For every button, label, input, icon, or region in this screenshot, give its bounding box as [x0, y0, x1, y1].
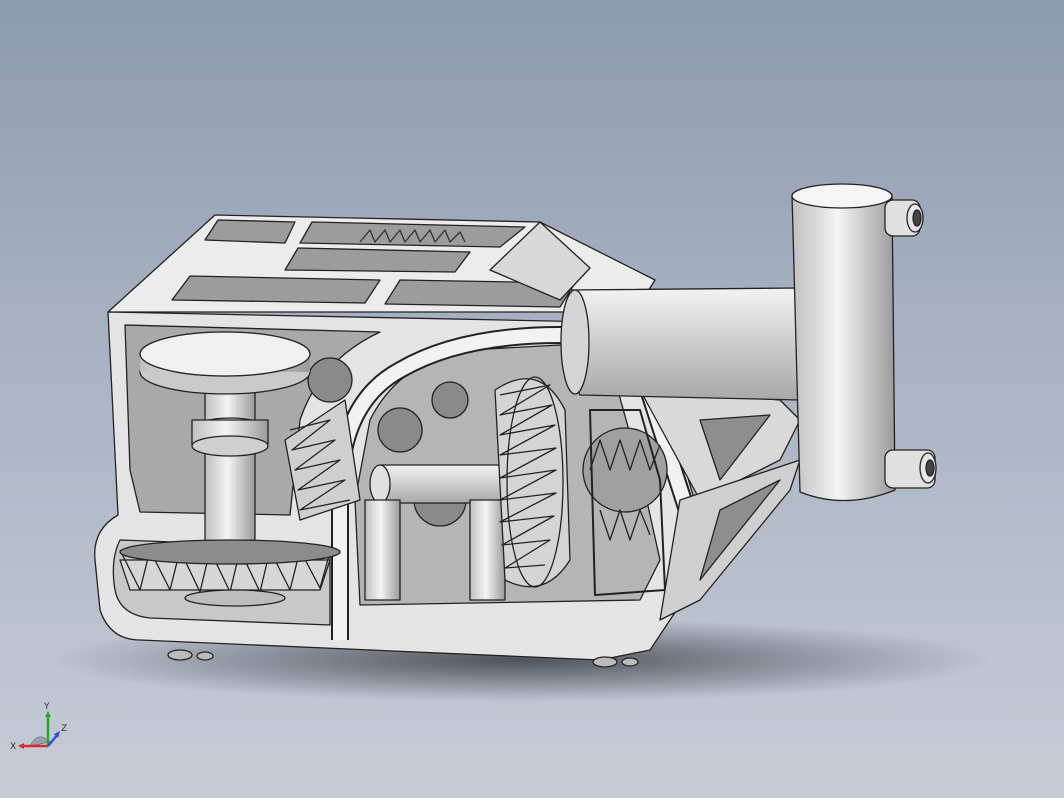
- axis-triad[interactable]: X Y Z: [8, 700, 72, 756]
- top-slot-1: [204, 219, 296, 244]
- horizontal-tube: [563, 287, 831, 401]
- plate-hole-1: [377, 407, 423, 453]
- x-axis-arrow: [18, 743, 24, 749]
- z-axis-label: Z: [61, 724, 67, 734]
- post-center: [469, 499, 506, 601]
- horizontal-shaft: [379, 464, 511, 504]
- cylinder-top: [791, 183, 893, 209]
- mount-ear-bottom: [884, 449, 937, 489]
- foot-3: [592, 656, 618, 668]
- foot-4: [621, 657, 639, 667]
- foot-2: [196, 651, 214, 661]
- post-left: [364, 499, 401, 601]
- cad-viewport[interactable]: [0, 0, 1064, 798]
- gearbox-model[interactable]: [94, 183, 937, 668]
- bevel-gear-center: [494, 376, 571, 588]
- plate-hole-4: [307, 357, 353, 403]
- top-slot-2: [299, 221, 526, 248]
- x-axis-label: X: [10, 742, 16, 752]
- foot-1: [167, 649, 193, 661]
- y-axis-label: Y: [43, 702, 50, 712]
- mount-ear-top: [884, 199, 924, 237]
- top-slot-4: [171, 275, 381, 304]
- plate-hole-2: [431, 381, 469, 419]
- vertical-cylinder: [791, 194, 896, 502]
- top-slot-3: [284, 247, 471, 273]
